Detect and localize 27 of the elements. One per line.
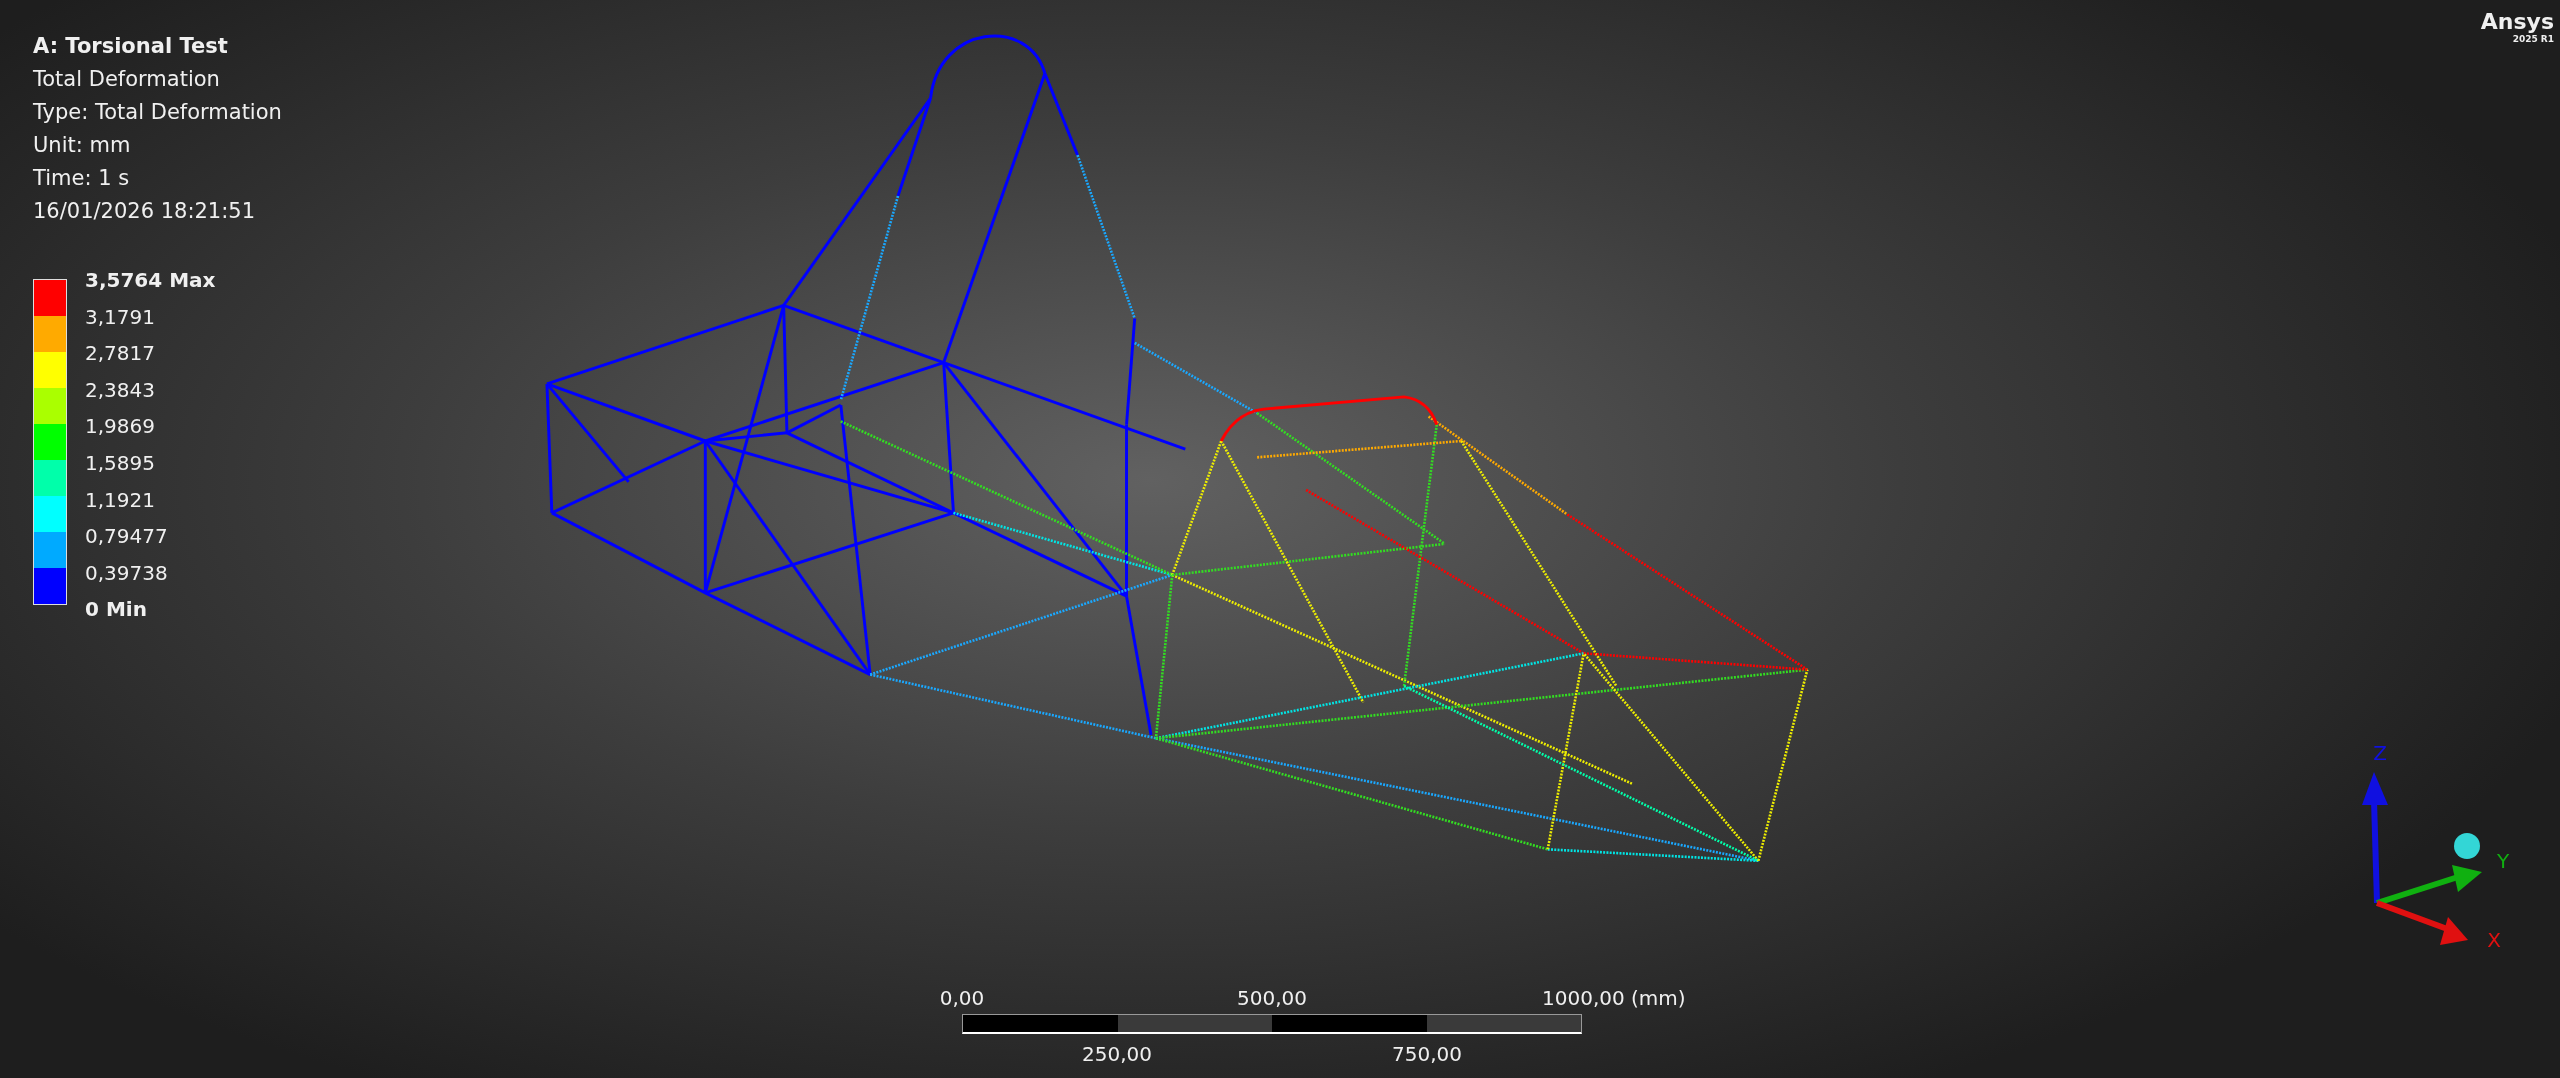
scale-label: 500,00 (1237, 985, 1307, 1012)
legend-label: 3,1791 (85, 303, 156, 331)
result-info-text: 16/01/2026 18:21:51 (33, 198, 257, 225)
legend-label: 3,5764 Max (85, 267, 216, 294)
legend-label: 0,39738 (85, 559, 169, 587)
axis-label: Y (2496, 849, 2510, 873)
axis-label: Z (2373, 741, 2387, 765)
legend-label: 0 Min (85, 596, 148, 624)
sphere-icon[interactable] (2454, 833, 2480, 859)
legend-label: 1,5895 (85, 449, 156, 477)
result-info-text: Type: Total Deformation (33, 99, 282, 126)
legend-label: 0,79477 (85, 523, 169, 551)
legend-label: 2,7817 (85, 340, 156, 368)
result-info-text: Unit: mm (33, 132, 132, 159)
result-info-text: Time: 1 s (33, 165, 131, 192)
logo-text: Ansys (2480, 10, 2554, 34)
version-text: 2025 R1 (2511, 34, 2554, 45)
scale-label: 250,00 (1082, 1041, 1152, 1068)
legend-label: 1,9869 (85, 413, 156, 441)
result-info-text: Total Deformation (33, 66, 221, 93)
legend-label: 2,3843 (85, 376, 156, 404)
scale-label: 1000,00 (mm) (1542, 985, 1686, 1012)
scale-label: 750,00 (1392, 1041, 1462, 1068)
axis-label: X (2487, 928, 2501, 952)
scale-label: 0,00 (939, 985, 985, 1012)
result-title: A: Torsional Test (33, 33, 229, 60)
legend-label: 1,1921 (85, 486, 156, 514)
